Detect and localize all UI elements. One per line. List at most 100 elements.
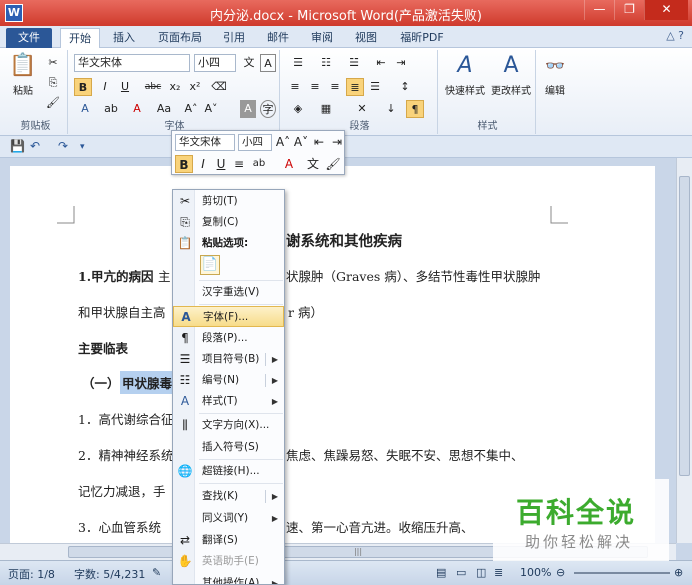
multilevel-list-icon[interactable]: ☱ <box>342 54 366 72</box>
strikethrough-button[interactable]: abc <box>142 78 164 96</box>
mini-font-size[interactable]: 小四 <box>238 134 272 151</box>
shading-icon[interactable]: ◈ <box>286 100 310 118</box>
editing-button[interactable]: 👓 编辑 <box>540 52 570 97</box>
menu-item-other-actions[interactable]: 其他操作(A) ▶ <box>173 573 284 584</box>
quick-styles-button[interactable]: A 快速样式 <box>442 52 488 97</box>
mini-highlight-icon[interactable]: ab <box>250 155 268 173</box>
tab-review[interactable]: 审阅 <box>302 28 342 48</box>
status-words[interactable]: 字数: 5/4,231 <box>74 566 145 582</box>
chinese-layout-icon[interactable]: ✕ <box>350 100 374 118</box>
view-web-icon[interactable]: ◫ <box>476 566 486 579</box>
view-full-screen-icon[interactable]: ▭ <box>456 566 466 579</box>
view-outline-icon[interactable]: ≣ <box>494 566 503 579</box>
tab-mailings[interactable]: 邮件 <box>258 28 298 48</box>
menu-item-translate[interactable]: ⇄ 翻译(S) <box>173 530 284 551</box>
phonetic-guide-icon[interactable]: 文 <box>240 54 258 72</box>
restore-button[interactable]: ❐ <box>614 0 644 20</box>
italic-button[interactable]: I <box>96 78 114 96</box>
mini-increase-indent-icon[interactable]: ⇥ <box>328 133 346 151</box>
tab-references[interactable]: 引用 <box>214 28 254 48</box>
minimize-button[interactable]: — <box>584 0 614 20</box>
status-zoom[interactable]: 100% <box>520 566 551 579</box>
align-center-icon[interactable]: ≡ <box>306 78 324 96</box>
mini-shrink-font-icon[interactable]: A˅ <box>292 133 310 151</box>
char-shading-icon[interactable]: A <box>240 100 256 118</box>
copy-icon[interactable]: ⎘ <box>44 74 62 92</box>
menu-item-hyperlink[interactable]: 🌐 超链接(H)... <box>173 461 284 482</box>
zoom-out-icon[interactable]: ⊖ <box>556 566 565 579</box>
bold-button[interactable]: B <box>74 78 92 96</box>
mini-decrease-indent-icon[interactable]: ⇤ <box>310 133 328 151</box>
grow-font-icon[interactable]: A˄ <box>182 100 200 118</box>
qat-customize-icon[interactable]: ▾ <box>80 142 85 152</box>
format-painter-icon[interactable]: 🖌 <box>44 94 62 112</box>
paste-button[interactable]: 📋 粘贴 <box>8 52 38 97</box>
vertical-scroll-thumb[interactable] <box>679 176 690 476</box>
shrink-font-icon[interactable]: A˅ <box>202 100 220 118</box>
proofing-icon[interactable]: ✎ <box>152 566 161 579</box>
redo-icon[interactable]: ↷ <box>58 139 68 153</box>
change-styles-button[interactable]: A 更改样式 <box>488 52 534 97</box>
menu-item-styles[interactable]: A 样式(T) ▶ <box>173 391 284 412</box>
mini-font-name[interactable]: 华文宋体 <box>175 134 235 151</box>
subscript-button[interactable]: x₂ <box>166 78 184 96</box>
cut-icon[interactable]: ✂ <box>44 54 62 72</box>
font-color-icon[interactable]: A <box>126 100 148 118</box>
view-print-layout-icon[interactable]: ▤ <box>436 566 446 579</box>
undo-icon[interactable]: ↶ <box>30 139 40 153</box>
menu-item-copy[interactable]: ⎘ 复制(C) <box>173 212 284 233</box>
vertical-scrollbar[interactable] <box>676 158 692 543</box>
paste-keep-text-icon[interactable]: 📄 <box>200 255 220 275</box>
align-left-icon[interactable]: ≡ <box>286 78 304 96</box>
tab-foxit-pdf[interactable]: 福昕PDF <box>392 28 452 48</box>
menu-item-hanzi-reselect[interactable]: 汉字重选(V) <box>173 282 284 303</box>
zoom-in-icon[interactable]: ⊕ <box>674 566 683 579</box>
font-name-combo[interactable]: 华文宋体 <box>74 54 190 72</box>
distributed-icon[interactable]: ☰ <box>366 78 384 96</box>
highlight-icon[interactable]: ab <box>100 100 122 118</box>
text-effect-icon[interactable]: A <box>74 100 96 118</box>
justify-icon[interactable]: ≣ <box>346 78 364 96</box>
underline-button[interactable]: U <box>116 78 134 96</box>
close-button[interactable]: ✕ <box>644 0 688 20</box>
help-icons[interactable]: △ ? <box>666 29 684 42</box>
tab-home[interactable]: 开始 <box>60 28 100 48</box>
change-case-icon[interactable]: Aa <box>152 100 176 118</box>
line-spacing-icon[interactable]: ↕ <box>394 78 416 96</box>
align-right-icon[interactable]: ≡ <box>326 78 344 96</box>
mini-phonetic-icon[interactable]: 文 <box>304 155 322 173</box>
superscript-button[interactable]: x² <box>186 78 204 96</box>
menu-item-font[interactable]: A 字体(F)... <box>173 306 284 327</box>
mini-grow-font-icon[interactable]: A˄ <box>274 133 292 151</box>
tab-view[interactable]: 视图 <box>346 28 386 48</box>
menu-item-insert-symbol[interactable]: 插入符号(S) <box>173 437 284 458</box>
show-marks-icon[interactable]: ¶ <box>406 100 424 118</box>
increase-indent-icon[interactable]: ⇥ <box>392 54 410 72</box>
decrease-indent-icon[interactable]: ⇤ <box>372 54 390 72</box>
mini-italic-button[interactable]: I <box>194 155 212 173</box>
sort-icon[interactable]: ↓ <box>382 100 400 118</box>
clear-format-icon[interactable]: ⌫ <box>210 78 228 96</box>
borders-icon[interactable]: ▦ <box>314 100 338 118</box>
menu-item-bullets[interactable]: ☰ 项目符号(B) ▶ <box>173 349 284 370</box>
menu-item-numbering[interactable]: ☷ 编号(N) ▶ <box>173 370 284 391</box>
status-page[interactable]: 页面: 1/8 <box>8 566 55 582</box>
mini-format-painter-icon[interactable]: 🖌 <box>324 155 342 173</box>
tab-page-layout[interactable]: 页面布局 <box>150 28 210 48</box>
char-border-icon[interactable]: A <box>260 54 276 72</box>
tab-file[interactable]: 文件 <box>6 28 52 48</box>
bullets-icon[interactable]: ☰ <box>286 54 310 72</box>
menu-item-lookup[interactable]: 查找(K) ▶ <box>173 486 284 507</box>
menu-item-synonyms[interactable]: 同义词(Y) ▶ <box>173 508 284 529</box>
save-icon[interactable]: 💾 <box>10 139 25 153</box>
mini-bold-button[interactable]: B <box>175 155 193 173</box>
zoom-slider[interactable] <box>574 572 670 574</box>
menu-item-paragraph[interactable]: ¶ 段落(P)... <box>173 328 284 349</box>
mini-center-icon[interactable]: ≡ <box>230 155 248 173</box>
mini-font-color-icon[interactable]: A <box>280 155 298 173</box>
menu-item-text-direction[interactable]: ⫼ 文字方向(X)... <box>173 415 284 436</box>
enclosed-char-icon[interactable]: 字 <box>260 100 276 118</box>
numbering-icon[interactable]: ☷ <box>314 54 338 72</box>
tab-insert[interactable]: 插入 <box>104 28 144 48</box>
mini-underline-button[interactable]: U <box>212 155 230 173</box>
